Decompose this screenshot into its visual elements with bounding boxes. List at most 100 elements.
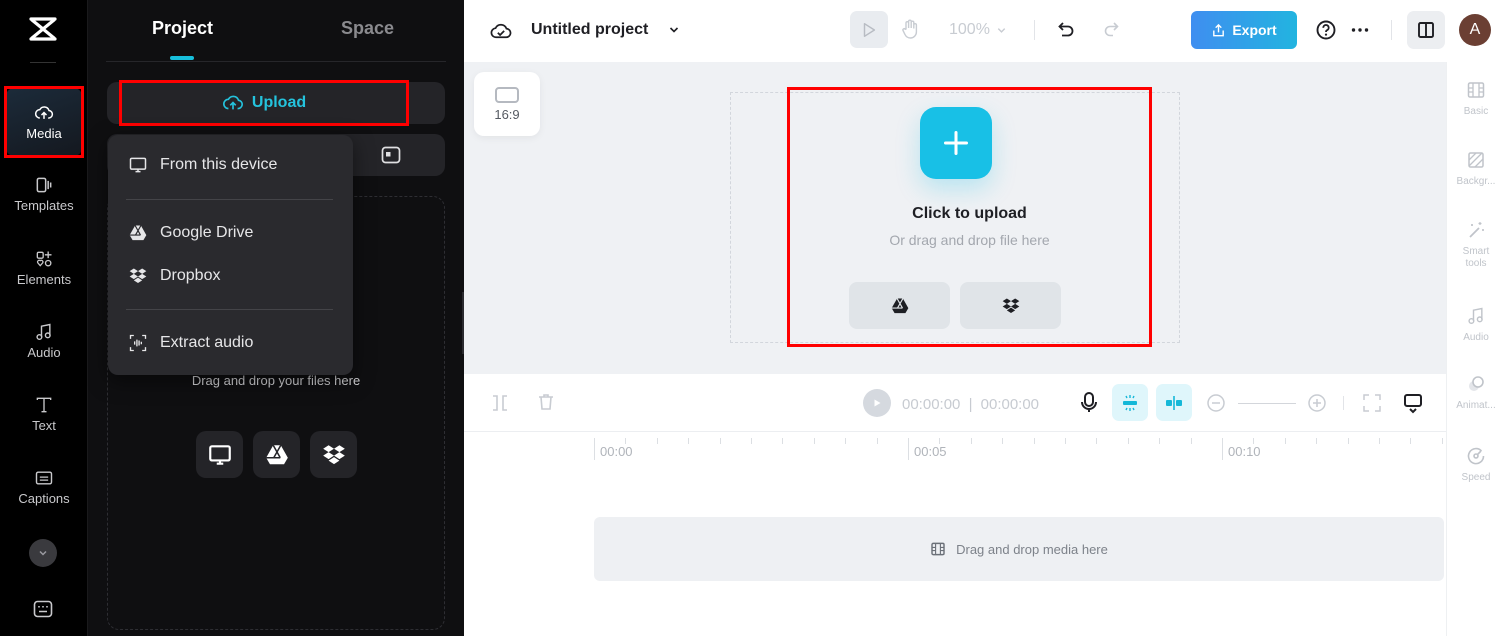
time-separator: | <box>968 396 973 413</box>
menu-item-from-device[interactable]: From this device <box>128 153 277 177</box>
ruler-major-tick <box>908 438 909 460</box>
select-tool-button[interactable] <box>850 11 888 48</box>
ruler-minor-tick <box>688 438 690 444</box>
ruler-minor-tick <box>970 438 972 444</box>
fit-to-screen-icon[interactable] <box>1362 393 1382 413</box>
right-rail-audio[interactable]: Audio <box>1447 306 1504 344</box>
monitor-icon <box>208 444 231 465</box>
menu-item-dropbox[interactable]: Dropbox <box>128 264 220 288</box>
rail-label: Templates <box>14 198 74 213</box>
zoom-level-dropdown[interactable]: 100% <box>949 21 1007 39</box>
ruler-minor-tick <box>1127 438 1129 444</box>
speed-icon <box>1467 447 1485 465</box>
keyboard-shortcuts-icon[interactable] <box>33 600 53 618</box>
upload-source-menu: From this device Google Drive Dropbox Ex… <box>108 135 353 375</box>
delete-icon[interactable] <box>537 392 555 412</box>
ruler-major-tick <box>1222 438 1223 460</box>
right-rail-label: Speed <box>1461 472 1491 483</box>
upload-label: Upload <box>251 94 307 111</box>
rail-item-templates[interactable]: Templates <box>6 160 82 228</box>
linkage-icon <box>1166 395 1182 410</box>
right-rail-speed[interactable]: Speed <box>1447 446 1504 484</box>
chevron-down-icon <box>997 27 1006 33</box>
right-rail: Basic Backgr... Smart tools Audio Animat… <box>1446 62 1504 636</box>
upload-button[interactable]: Upload <box>119 80 409 126</box>
upload-from-device-button[interactable] <box>196 431 243 478</box>
timeline-zoom-slider[interactable] <box>1238 403 1296 404</box>
right-rail-background[interactable]: Backgr... <box>1447 150 1504 188</box>
rail-item-audio[interactable]: Audio <box>6 307 82 375</box>
ruler-minor-tick <box>1253 438 1255 444</box>
ruler-minor-tick <box>1033 438 1035 444</box>
templates-icon <box>36 177 52 193</box>
menu-item-extract-audio[interactable]: Extract audio <box>128 331 253 355</box>
aspect-ratio-label: 16:9 <box>494 106 520 122</box>
right-rail-basic[interactable]: Basic <box>1447 80 1504 118</box>
auto-snap-button[interactable] <box>1112 384 1148 421</box>
more-options-icon[interactable] <box>1349 19 1371 41</box>
background-icon <box>1468 152 1484 168</box>
current-time: 00:00:00 <box>902 396 961 413</box>
hand-tool-icon[interactable] <box>900 18 920 40</box>
rail-item-media[interactable]: Media <box>4 86 84 158</box>
playback-time: 00:00:00 | 00:00:00 <box>902 396 1039 413</box>
music-note-icon <box>1468 307 1483 325</box>
play-button[interactable] <box>863 389 891 417</box>
rail-more-button[interactable] <box>29 539 57 567</box>
menu-item-google-drive[interactable]: Google Drive <box>128 221 253 245</box>
canvas-google-drive-button[interactable] <box>849 282 950 329</box>
zoom-out-icon[interactable] <box>1206 393 1226 413</box>
canvas-area: 16:9 Click to upload Or drag and drop fi… <box>464 62 1446 374</box>
capcut-logo-icon <box>28 16 58 42</box>
right-rail-animation[interactable]: Animat... <box>1447 374 1504 412</box>
tab-project[interactable]: Project <box>152 18 213 39</box>
chevron-down-icon[interactable] <box>668 24 680 36</box>
monitor-icon <box>129 157 147 173</box>
canvas-dropbox-button[interactable] <box>960 282 1061 329</box>
ruler-minor-tick <box>719 438 721 444</box>
chevron-down-icon <box>39 550 47 556</box>
toolbar-divider <box>1034 20 1035 40</box>
right-rail-label: Animat... <box>1456 400 1496 411</box>
right-rail-smart-tools[interactable]: Smart tools <box>1447 220 1504 270</box>
ruler-minor-tick <box>656 438 658 444</box>
redo-icon[interactable] <box>1101 20 1121 40</box>
timeline-toolbar: 00:00:00 | 00:00:00 <box>464 374 1446 432</box>
click-to-upload-button[interactable] <box>920 107 992 179</box>
rail-item-elements[interactable]: Elements <box>6 234 82 302</box>
microphone-icon[interactable] <box>1079 391 1099 415</box>
tab-space[interactable]: Space <box>341 18 394 39</box>
help-icon[interactable] <box>1315 19 1337 41</box>
elements-icon <box>36 251 52 267</box>
ruler-major-tick <box>594 438 595 460</box>
rail-label: Media <box>26 126 62 141</box>
zoom-level-value: 100% <box>949 21 990 38</box>
rail-item-captions[interactable]: Captions <box>6 453 82 521</box>
dropbox-icon <box>1002 298 1019 313</box>
undo-icon[interactable] <box>1056 20 1076 40</box>
upload-subtitle: Or drag and drop file here <box>889 232 1050 248</box>
zoom-in-icon[interactable] <box>1307 393 1327 413</box>
rail-item-text[interactable]: Text <box>6 380 82 448</box>
menu-divider <box>126 199 333 200</box>
rail-label: Audio <box>27 345 61 360</box>
user-avatar[interactable]: A <box>1459 14 1491 46</box>
layout-toggle-button[interactable] <box>1407 11 1445 49</box>
menu-item-label: From this device <box>160 156 278 173</box>
preview-screen-icon[interactable] <box>1402 392 1424 414</box>
main-track-magnet-button[interactable] <box>1156 384 1192 421</box>
record-screen-icon[interactable] <box>381 146 401 164</box>
upload-google-drive-button[interactable] <box>253 431 300 478</box>
music-note-icon <box>36 323 51 341</box>
ruler-minor-tick <box>1410 438 1412 444</box>
ruler-minor-tick <box>939 438 941 444</box>
export-label: Export <box>1232 22 1277 38</box>
upload-dropbox-button[interactable] <box>310 431 357 478</box>
timeline-ruler: 00:00 00:05 00:10 <box>464 432 1446 472</box>
project-title[interactable]: Untitled project <box>531 21 648 39</box>
split-icon[interactable] <box>491 393 509 413</box>
upload-row: Upload <box>107 80 445 126</box>
aspect-ratio-button[interactable]: 16:9 <box>474 72 540 136</box>
export-button[interactable]: Export <box>1191 11 1297 49</box>
main-track-dropzone[interactable]: Drag and drop media here <box>594 517 1444 581</box>
